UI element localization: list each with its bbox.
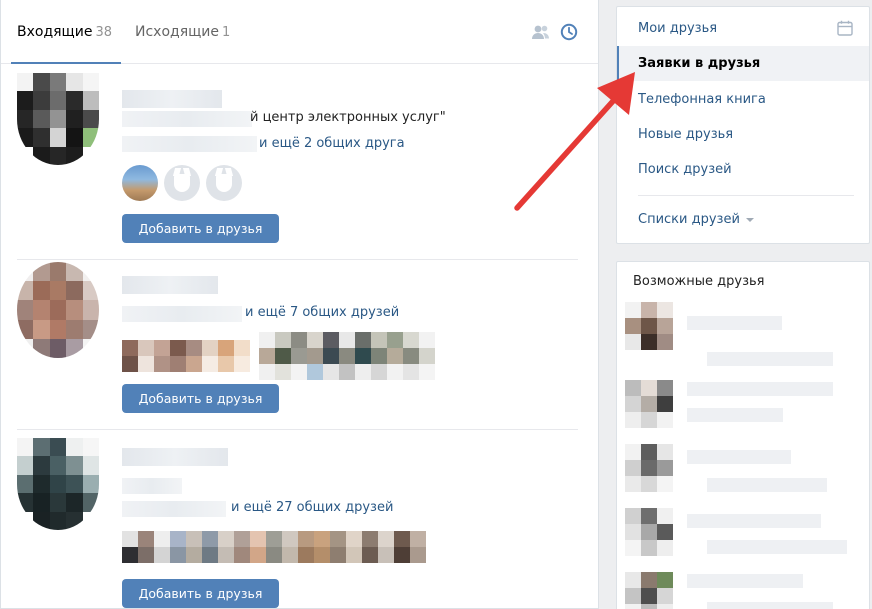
redacted-text [122, 478, 182, 494]
menu-item-my-friends[interactable]: Мои друзья [617, 11, 869, 46]
redacted-text [707, 602, 833, 609]
redacted-text [687, 514, 821, 528]
default-avatar-icon [216, 174, 232, 192]
redacted-text [122, 136, 257, 152]
tab-incoming[interactable]: Входящие 38 [17, 0, 112, 64]
default-avatar-icon [174, 174, 190, 192]
possible-friend-avatar[interactable] [625, 302, 673, 350]
mutual-avatars [122, 531, 432, 563]
tab-outgoing-label: Исходящие [135, 24, 220, 40]
name-redacted [122, 90, 222, 108]
friends-icon[interactable] [531, 23, 551, 41]
tab-outgoing[interactable]: Исходящие 1 [135, 0, 230, 64]
clock-icon[interactable] [560, 23, 578, 41]
redacted-text [707, 540, 847, 554]
request-subtitle: й центр электронных услуг" [250, 110, 446, 125]
possible-friend-avatar[interactable] [625, 380, 673, 428]
arrow-annotation [514, 72, 635, 211]
redacted-text [687, 382, 833, 396]
menu-item-phone-book[interactable]: Телефонная книга [617, 82, 869, 117]
add-friend-button[interactable]: Добавить в друзья [122, 384, 279, 413]
redacted-text [687, 450, 791, 464]
mutual-avatar[interactable] [206, 165, 242, 201]
tabs-bar: Входящие 38 Исходящие 1 [1, 0, 598, 64]
possible-friend-avatar[interactable] [625, 444, 673, 492]
name-redacted [122, 276, 218, 294]
redacted-text [122, 306, 242, 322]
name-redacted [122, 448, 228, 466]
divider [17, 429, 578, 430]
mutual-friends-link[interactable]: и ещё 27 общих друзей [231, 500, 393, 515]
calendar-icon[interactable] [837, 20, 853, 36]
redacted-text [687, 574, 803, 588]
mutual-avatars [122, 356, 250, 372]
tab-incoming-count: 38 [95, 25, 113, 40]
menu-item-friend-requests[interactable]: Заявки в друзья [617, 46, 869, 81]
friend-lists-label: Списки друзей [638, 212, 740, 227]
add-friend-button[interactable]: Добавить в друзья [122, 214, 279, 243]
avatar[interactable] [17, 262, 99, 358]
tab-incoming-label: Входящие [17, 24, 93, 40]
mutual-avatar[interactable] [122, 165, 158, 201]
redacted-text [707, 352, 833, 366]
friends-menu: Мои друзья Заявки в друзья Телефонная кн… [616, 6, 870, 244]
redacted-text [687, 408, 783, 422]
menu-item-new-friends[interactable]: Новые друзья [617, 117, 869, 152]
mutual-avatars [259, 332, 439, 380]
mutual-friends-link[interactable]: и ещё 7 общих друзей [245, 305, 399, 320]
divider [17, 259, 578, 260]
mutual-avatars [122, 165, 242, 201]
mutual-avatars [122, 340, 250, 356]
avatar[interactable] [17, 438, 99, 530]
chevron-down-icon [745, 217, 754, 222]
mutual-friends-link[interactable]: и ещё 2 общих друга [259, 136, 405, 151]
tab-outgoing-count: 1 [222, 25, 231, 40]
possible-friend-avatar[interactable] [625, 508, 673, 556]
redacted-text [122, 111, 252, 127]
menu-divider [638, 195, 854, 196]
redacted-text [687, 316, 782, 330]
possible-friend-avatar[interactable] [625, 572, 673, 609]
avatar[interactable] [17, 73, 99, 165]
menu-item-friend-lists[interactable]: Списки друзей [617, 202, 869, 237]
mutual-avatar[interactable] [164, 165, 200, 201]
possible-friends-title: Возможные друзья [633, 274, 765, 289]
active-tab-underline [11, 62, 121, 64]
redacted-text [707, 478, 827, 492]
redacted-text [122, 501, 226, 517]
possible-friends-panel: Возможные друзья [616, 261, 870, 609]
menu-item-find-friends[interactable]: Поиск друзей [617, 152, 869, 187]
add-friend-button[interactable]: Добавить в друзья [122, 579, 279, 608]
